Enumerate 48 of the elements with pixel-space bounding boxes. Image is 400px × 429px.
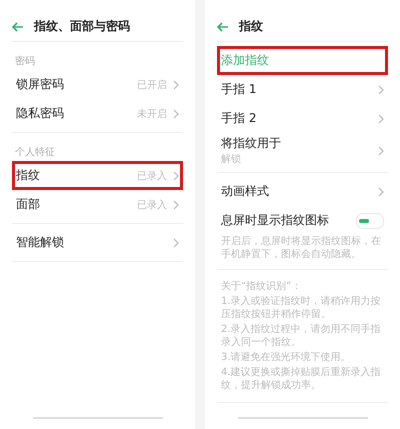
settings-row[interactable]: 息屏时显示指纹图标 bbox=[217, 206, 388, 235]
back-icon[interactable] bbox=[217, 22, 229, 32]
row-label: 智能解锁 bbox=[16, 234, 65, 251]
toggle-switch[interactable] bbox=[356, 212, 384, 228]
chevron-icon bbox=[173, 170, 179, 180]
settings-row[interactable]: 手指 1 bbox=[217, 75, 388, 104]
settings-row[interactable]: 指纹 已录入 bbox=[12, 161, 183, 190]
chevron-icon bbox=[378, 186, 384, 196]
row-label: 动画样式 bbox=[221, 183, 270, 200]
note-line: 3.请避免在强光环境下使用。 bbox=[221, 351, 352, 364]
row-label: 手指 1 bbox=[221, 81, 258, 98]
row-label: 手指 2 bbox=[221, 110, 258, 127]
row-value: 已开启 bbox=[137, 78, 167, 92]
section-header: 个人特征 bbox=[14, 146, 56, 160]
screen-title: 指纹 bbox=[239, 18, 263, 35]
row-label: 添加指纹 bbox=[221, 52, 270, 69]
row-label: 隐私密码 bbox=[16, 105, 65, 122]
notes-title: 关于“指纹识别”： bbox=[221, 280, 302, 293]
chevron-icon bbox=[173, 80, 179, 90]
row-value: 已录入 bbox=[137, 170, 167, 182]
note-line: 1.录入或验证指纹时，请稍许用力按压指纹按钮并稍作停留。 bbox=[221, 295, 382, 321]
row-label: 息屏时显示指纹图标 bbox=[221, 212, 330, 229]
settings-row[interactable]: 将指纹用于 解锁 bbox=[217, 133, 388, 168]
settings-row[interactable]: 隐私密码 未开启 bbox=[12, 99, 183, 128]
row-value: 已录入 bbox=[137, 198, 167, 212]
chevron-icon bbox=[378, 84, 384, 94]
chevron-icon bbox=[173, 108, 179, 118]
chevron-icon bbox=[378, 146, 384, 156]
note-line: 4.建议更换或撕掉贴膜后重新录入指纹，提升解锁成功率。 bbox=[221, 366, 382, 392]
row-subtitle: 解锁 bbox=[221, 153, 242, 166]
settings-row[interactable]: 智能解锁 bbox=[12, 228, 183, 257]
section-header: 密码 bbox=[14, 54, 36, 69]
row-label: 锁屏密码 bbox=[16, 76, 65, 93]
row-label: 指纹 bbox=[16, 167, 41, 184]
chevron-icon bbox=[173, 200, 179, 210]
settings-row[interactable]: 手指 2 bbox=[217, 104, 388, 133]
row-label: 面部 bbox=[16, 196, 41, 213]
settings-row[interactable]: 动画样式 bbox=[217, 177, 388, 206]
row-value: 未开启 bbox=[137, 108, 167, 120]
settings-row[interactable]: 面部 已录入 bbox=[12, 190, 183, 219]
settings-row[interactable]: 锁屏密码 已开启 bbox=[12, 70, 183, 99]
row-label: 将指纹用于 bbox=[221, 135, 282, 152]
note-line: 2.录入指纹过程中，请勿用不同手指录入同一个指纹。 bbox=[221, 323, 382, 349]
row-note: 开启后，息屏时将显示指纹图标，在手机静置下，图标会自动隐藏。 bbox=[221, 235, 382, 261]
chevron-icon bbox=[378, 114, 384, 124]
back-icon[interactable] bbox=[12, 22, 24, 32]
screen-title: 指纹、面部与密码 bbox=[34, 18, 130, 35]
chevron-icon bbox=[173, 238, 179, 248]
